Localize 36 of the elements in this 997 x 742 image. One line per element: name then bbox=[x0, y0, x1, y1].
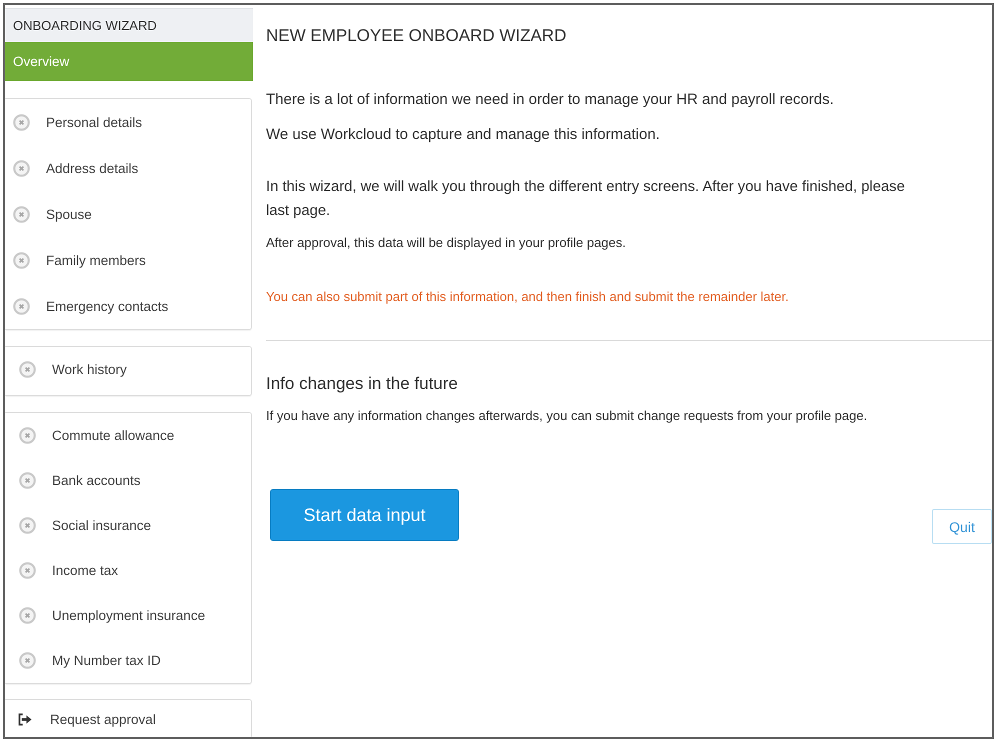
step-item[interactable]: Social insurance bbox=[5, 503, 251, 548]
step-item[interactable]: Personal details bbox=[5, 99, 251, 145]
body-paragraph: There is a lot of information we need in order to manage your HR and payroll records. bbox=[266, 90, 835, 110]
step-label: Personal details bbox=[46, 114, 142, 130]
sidebar-title: ONBOARDING WIZARD bbox=[5, 8, 253, 42]
step-label: Emergency contacts bbox=[46, 298, 168, 314]
step-label: Work history bbox=[52, 362, 127, 377]
step-label: Commute allowance bbox=[52, 428, 174, 443]
step-item[interactable]: My Number tax ID bbox=[5, 638, 251, 683]
step-label: Income tax bbox=[52, 563, 118, 578]
step-item[interactable]: Commute allowance bbox=[5, 413, 251, 458]
body-paragraph: We use Workcloud to capture and manage this information. bbox=[266, 125, 661, 145]
step-item[interactable]: Bank accounts bbox=[5, 458, 251, 503]
section-text: If you have any information changes afterwards, you can submit change requests from your profile page. bbox=[266, 407, 868, 425]
step-item[interactable]: Spouse bbox=[5, 191, 251, 237]
notice-paragraph: You can also submit part of this information, and then finish and submit the remainder later. bbox=[266, 288, 790, 306]
step-item[interactable]: Family members bbox=[5, 237, 251, 283]
page-title: NEW EMPLOYEE ONBOARD WIZARD bbox=[266, 25, 568, 47]
step-label: Spouse bbox=[46, 206, 92, 222]
action-label: Request approval bbox=[50, 712, 156, 727]
step-item[interactable]: Income tax bbox=[5, 548, 251, 593]
bracket-arrow-icon bbox=[18, 713, 33, 726]
request-approval-item[interactable]: Request approval bbox=[5, 699, 252, 737]
step-item[interactable]: Work history bbox=[5, 347, 251, 392]
step-label: Address details bbox=[46, 160, 138, 176]
step-item[interactable]: Emergency contacts bbox=[5, 283, 251, 329]
body-paragraph: In this wizard, we will walk you through the different entry screens. After you have finished, please last page. bbox=[266, 178, 906, 221]
step-label: My Number tax ID bbox=[52, 653, 161, 668]
note-paragraph: After approval, this data will be displayed in your profile pages. bbox=[266, 234, 627, 252]
step-item[interactable]: Unemployment insurance bbox=[5, 593, 251, 638]
step-label: Bank accounts bbox=[52, 473, 141, 488]
step-item[interactable]: Address details bbox=[5, 145, 251, 191]
section-title: Info changes in the future bbox=[266, 373, 459, 395]
step-label: Family members bbox=[46, 252, 146, 268]
step-label: Social insurance bbox=[52, 518, 152, 533]
step-label: Unemployment insurance bbox=[52, 608, 206, 623]
